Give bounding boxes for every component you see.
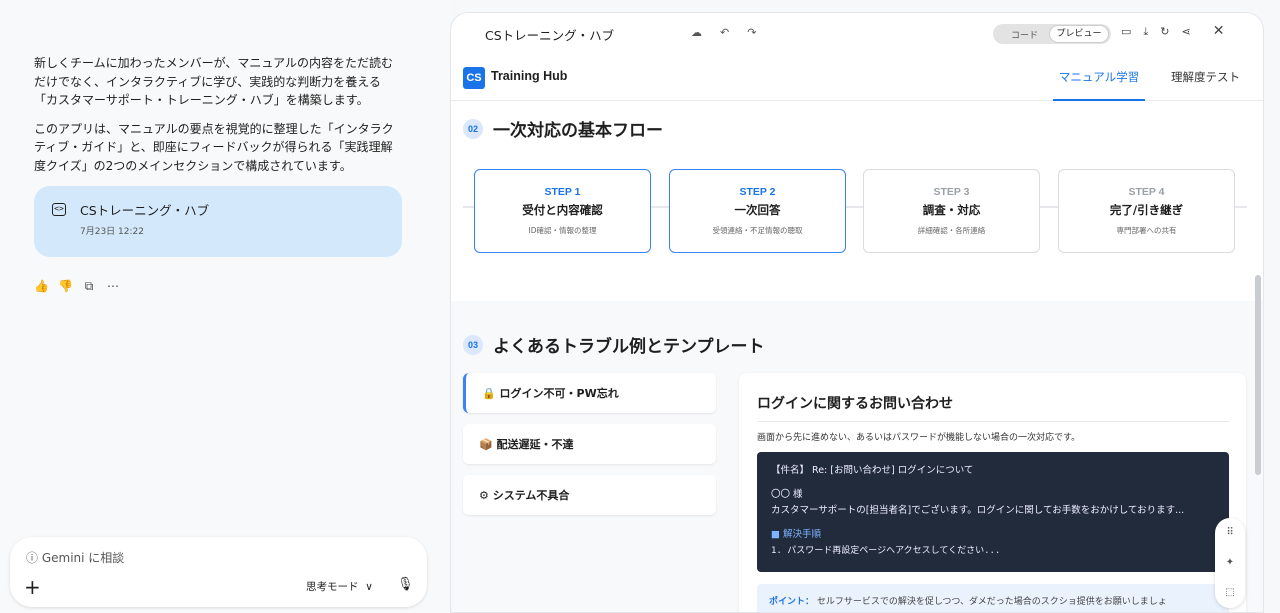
- preview-pane: CSトレーニング・ハブ ☁ ↶ ↷ コード プレビュー ▭ ⤓ ↻ ⋖ ✕ CS…: [450, 12, 1264, 613]
- app-navbar: CS Training Hub マニュアル学習 理解度テスト: [451, 55, 1263, 101]
- artifact-date: 7月23日 12:22: [80, 227, 144, 237]
- flow-step[interactable]: STEP 1 受付と内容確認 ID確認・情報の整理: [474, 169, 651, 253]
- chat-pane: 新しくチームに加わったメンバーが、マニュアルの内容をただ読むだけでなく、インタラ…: [0, 0, 450, 613]
- app-artifact-card[interactable]: <> CSトレーニング・ハブ 7月23日 12:22: [34, 186, 402, 257]
- drag-handle-icon[interactable]: ⠿: [1215, 518, 1245, 548]
- chevron-down-icon: ∨: [365, 581, 373, 593]
- close-icon[interactable]: ✕: [1213, 23, 1225, 39]
- section-title: 一次対応の基本フロー: [493, 121, 663, 141]
- section-title: よくあるトラブル例とテンプレート: [493, 337, 765, 357]
- brand-name: Training Hub: [491, 69, 568, 83]
- message-paragraph-2: このアプリは、マニュアルの要点を視覚的に整理した「インタラクティブ・ガイド」と、…: [34, 121, 394, 173]
- basic-flow-section: 02 一次対応の基本フロー STEP 1 受付と内容確認 ID確認・情報の整理 …: [451, 101, 1263, 301]
- mic-icon[interactable]: 🎙: [397, 577, 414, 592]
- floating-toolbar: ⠿ ✦ ⬚: [1215, 518, 1245, 608]
- artifact-title: CSトレーニング・ハブ: [80, 203, 210, 218]
- share-icon[interactable]: ⋖: [1182, 25, 1191, 39]
- template-panel: ログインに関するお問い合わせ 画面から先に進めない、あるいはパスワードが機能しな…: [739, 373, 1246, 612]
- panel-title: ログインに関するお問い合わせ: [757, 393, 1229, 422]
- section-number: 02: [463, 119, 483, 139]
- panel-description: 画面から先に進めない、あるいはパスワードが機能しない場合の一次対応です。: [757, 433, 1081, 443]
- point-label: ポイント：: [769, 597, 815, 607]
- trouble-tab-login[interactable]: 🔒 ログイン不可・PW忘れ: [463, 373, 716, 413]
- view-toggle: コード プレビュー: [993, 24, 1111, 44]
- gear-icon: ⚙: [479, 489, 489, 502]
- email-template[interactable]: 【件名】 Re: [お問い合わせ] ログインについて 〇〇 様 カスタマーサポー…: [757, 452, 1229, 572]
- preview-toggle[interactable]: プレビュー: [1049, 25, 1109, 43]
- template-steps-heading: ■ 解決手順: [771, 529, 821, 540]
- template-step: 1. パスワード再設定ページへアクセスしてください...: [771, 546, 1001, 556]
- thumbs-down-icon[interactable]: 👎: [58, 279, 73, 294]
- refresh-icon[interactable]: ↻: [1160, 25, 1169, 39]
- undo-icon[interactable]: ↶: [720, 26, 729, 39]
- chat-input-box[interactable]: ⓘ Gemini に相談 + 思考モード ∨ 🎙: [10, 537, 427, 607]
- training-hub-app: CS Training Hub マニュアル学習 理解度テスト 02 一次対応の基…: [451, 55, 1263, 612]
- point-box: ポイント： セルフサービスでの解決を促しつつ、ダメだった場合のスクショ提供をお願…: [757, 584, 1229, 612]
- flow-step[interactable]: STEP 4 完了/引き継ぎ 専門部署への共有: [1058, 169, 1235, 253]
- cloud-icon[interactable]: ☁: [691, 26, 702, 39]
- template-subject: 【件名】 Re: [お問い合わせ] ログインについて: [771, 465, 974, 476]
- template-recipient: 〇〇 様: [771, 489, 803, 500]
- message-paragraph-1: 新しくチームに加わったメンバーが、マニュアルの内容をただ読むだけでなく、インタラ…: [34, 56, 394, 107]
- trouble-tab-delivery[interactable]: 📦 配送遅延・不達: [463, 424, 716, 464]
- cs-logo: CS: [463, 67, 485, 89]
- package-icon: 📦: [479, 438, 493, 451]
- mode-selector[interactable]: 思考モード ∨: [306, 579, 373, 594]
- sparkle-icon[interactable]: ✦: [1215, 548, 1245, 578]
- flow-step[interactable]: STEP 3 調査・対応 詳細確認・各所連絡: [863, 169, 1040, 253]
- message-actions: 👍 👎 ⧉ ⋯: [34, 279, 120, 294]
- copy-icon[interactable]: ⧉: [82, 279, 96, 294]
- add-icon[interactable]: +: [24, 575, 41, 599]
- select-element-icon[interactable]: ⬚: [1215, 578, 1245, 608]
- code-toggle[interactable]: コード: [1011, 28, 1038, 41]
- preview-title: CSトレーニング・ハブ: [485, 28, 615, 43]
- download-icon[interactable]: ⤓: [1143, 25, 1148, 39]
- flow-step[interactable]: STEP 2 一次回答 受領連絡・不足情報の聴取: [669, 169, 846, 253]
- edit-tools: ☁ ↶ ↷: [691, 26, 756, 39]
- code-icon: <>: [52, 203, 66, 216]
- tab-manual[interactable]: マニュアル学習: [1053, 55, 1145, 101]
- point-text: セルフサービスでの解決を促しつつ、ダメだった場合のスクショ提供をお願いしましょ: [816, 597, 1167, 607]
- template-body: カスタマーサポートの[担当者名]でございます。ログインに関してお手数をおかけして…: [771, 505, 1185, 516]
- chat-input[interactable]: ⓘ Gemini に相談: [26, 549, 124, 566]
- lock-icon: 🔒: [482, 387, 496, 400]
- thumbs-up-icon[interactable]: 👍: [34, 279, 49, 294]
- assistant-message: 新しくチームに加わったメンバーが、マニュアルの内容をただ読むだけでなく、インタラ…: [34, 54, 404, 185]
- tab-test[interactable]: 理解度テスト: [1171, 55, 1240, 99]
- preview-actions: ▭ ⤓ ↻ ⋖ ✕: [1121, 23, 1225, 39]
- window-icon[interactable]: ▭: [1121, 25, 1131, 39]
- scrollbar[interactable]: [1255, 275, 1261, 475]
- redo-icon[interactable]: ↷: [747, 26, 756, 39]
- section-number: 03: [463, 335, 483, 355]
- more-icon[interactable]: ⋯: [106, 279, 120, 294]
- trouble-tab-system[interactable]: ⚙ システム不具合: [463, 475, 716, 515]
- preview-toolbar: CSトレーニング・ハブ ☁ ↶ ↷ コード プレビュー ▭ ⤓ ↻ ⋖ ✕: [451, 13, 1263, 55]
